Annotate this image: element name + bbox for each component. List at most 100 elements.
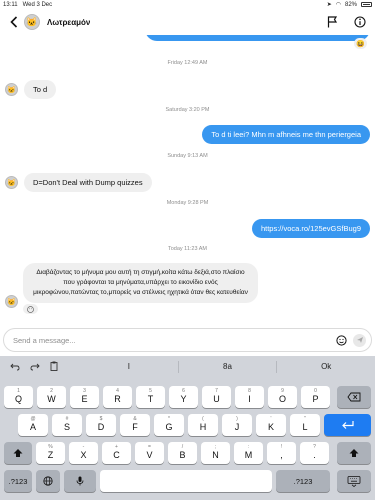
key-e[interactable]: 3E — [70, 386, 99, 408]
numbers-key-left[interactable]: .?123 — [4, 470, 32, 492]
key-n[interactable]: ; N — [201, 442, 230, 464]
space-key[interactable] — [100, 470, 272, 492]
message-composer — [3, 328, 372, 352]
key-period[interactable]: ?. — [300, 442, 329, 464]
redo-icon — [30, 363, 40, 371]
sent-message-link[interactable]: https://voca.ro/125evGSfBug9 — [251, 219, 370, 238]
suggestion-word[interactable]: Ok — [276, 361, 375, 373]
key-comma[interactable]: !, — [267, 442, 296, 464]
sent-message-bubble-partial[interactable] — [145, 35, 370, 41]
battery-icon — [361, 2, 372, 7]
key-a[interactable]: @ A — [18, 414, 48, 436]
key-k[interactable]: ' K — [256, 414, 286, 436]
key-s[interactable]: # S — [52, 414, 82, 436]
key-c[interactable]: + C — [102, 442, 131, 464]
key-d[interactable]: $ D — [86, 414, 116, 436]
shift-icon — [349, 449, 359, 457]
wifi-icon: ◠ — [335, 2, 341, 8]
timestamp: Monday 9:28 PM — [166, 200, 209, 206]
battery-percent: 82% — [344, 1, 357, 8]
return-icon — [341, 421, 354, 429]
chevron-left-icon — [10, 16, 18, 28]
status-date: Wed 3 Dec — [22, 1, 53, 8]
key-w[interactable]: 2W — [37, 386, 66, 408]
keyboard-icon — [347, 475, 361, 487]
back-button[interactable] — [4, 16, 24, 28]
message-thread[interactable]: 😆 Friday 12:49 AM 🐱 To d Saturday 3:20 P… — [0, 35, 375, 325]
dictation-key[interactable] — [64, 470, 96, 492]
key-row-1: 1Q 2W 3E 4R 5T 6Y 7U 8I 9O 0P — [0, 386, 375, 408]
shift-icon — [13, 449, 23, 457]
key-l[interactable]: " L — [290, 414, 320, 436]
backspace-icon — [347, 392, 361, 402]
contact-avatar[interactable]: 🐱 — [24, 14, 40, 30]
timestamp: Friday 12:49 AM — [167, 60, 208, 66]
suggestion-word[interactable]: I — [80, 361, 178, 373]
sent-message-bubble[interactable]: To d ti leei? Mhn m afhneis me thn perie… — [202, 125, 370, 144]
return-key[interactable] — [324, 414, 371, 436]
key-h[interactable]: (H — [188, 414, 218, 436]
key-p[interactable]: 0P — [301, 386, 330, 408]
send-button[interactable] — [353, 333, 366, 347]
key-row-3: % Z -X + C = V / B ; N :M !, ?. — [0, 442, 375, 464]
location-icon: ➤ — [326, 2, 332, 8]
key-j[interactable]: ) J — [222, 414, 252, 436]
face-icon — [27, 305, 34, 313]
key-t[interactable]: 5T — [136, 386, 165, 408]
redo-button[interactable] — [30, 358, 40, 376]
paste-button[interactable] — [50, 358, 58, 376]
flag-icon — [327, 16, 337, 28]
key-y[interactable]: 6Y — [169, 386, 198, 408]
shift-key-right[interactable] — [337, 442, 371, 464]
key-r[interactable]: 4R — [103, 386, 132, 408]
key-o[interactable]: 9O — [268, 386, 297, 408]
message-input[interactable] — [13, 335, 335, 345]
key-g[interactable]: * G — [154, 414, 184, 436]
key-q[interactable]: 1Q — [4, 386, 33, 408]
info-icon — [354, 16, 366, 28]
hide-keyboard-key[interactable] — [337, 470, 371, 492]
report-button[interactable] — [325, 15, 339, 29]
sender-avatar[interactable]: 🐱 — [5, 176, 18, 189]
key-b[interactable]: / B — [168, 442, 197, 464]
globe-icon — [43, 476, 53, 486]
received-message-bubble[interactable]: Διαβάζοντας το μήνυμα μου αυτή τη στιγμή… — [23, 263, 258, 303]
chat-header: 🐱 Λωτρεαμόν — [0, 9, 375, 35]
timestamp: Sunday 9:13 AM — [167, 153, 208, 159]
send-icon — [356, 337, 363, 343]
received-message-bubble[interactable]: To d — [24, 80, 57, 99]
status-bar: 13:11 Wed 3 Dec ➤ ◠ 82% — [0, 0, 375, 9]
undo-icon — [10, 363, 20, 371]
numbers-key-right[interactable]: .?123 — [276, 470, 330, 492]
timestamp: Saturday 3:20 PM — [165, 107, 210, 113]
reaction-badge[interactable]: 😆 — [354, 38, 367, 49]
status-time: 13:11 — [3, 1, 18, 8]
received-message: 🐱 To d — [5, 80, 57, 99]
suggestion-word[interactable]: 8a — [177, 361, 277, 373]
microphone-icon — [76, 476, 84, 486]
key-row-2: @ A # S $ D & F * G (H ) J ' K " L — [0, 414, 375, 436]
key-u[interactable]: 7U — [202, 386, 231, 408]
received-message-bubble[interactable]: D=Don't Deal with Dump quizzes — [24, 173, 152, 192]
shift-key-left[interactable] — [4, 442, 32, 464]
key-m[interactable]: :M — [234, 442, 263, 464]
sticker-button[interactable] — [335, 334, 347, 346]
globe-key[interactable] — [36, 470, 60, 492]
key-z[interactable]: % Z — [36, 442, 65, 464]
sender-avatar[interactable]: 🐱 — [5, 83, 18, 96]
reaction-badge[interactable] — [23, 304, 38, 314]
keyboard: I 8a Ok 1Q 2W 3E 4R 5T 6Y 7U 8I 9O 0P @ A… — [0, 356, 375, 500]
info-button[interactable] — [353, 15, 367, 29]
timestamp: Today 11:23 AM — [167, 246, 208, 252]
key-v[interactable]: = V — [135, 442, 164, 464]
undo-button[interactable] — [10, 358, 20, 376]
key-f[interactable]: & F — [120, 414, 150, 436]
backspace-key[interactable] — [337, 386, 371, 408]
key-row-4: .?123 .?123 — [0, 470, 375, 492]
sender-avatar[interactable]: 🐱 — [5, 295, 18, 308]
clipboard-icon — [50, 361, 58, 371]
key-i[interactable]: 8I — [235, 386, 264, 408]
received-message: 🐱 D=Don't Deal with Dump quizzes — [5, 173, 152, 192]
key-x[interactable]: -X — [69, 442, 98, 464]
contact-name[interactable]: Λωτρεαμόν — [47, 18, 90, 27]
